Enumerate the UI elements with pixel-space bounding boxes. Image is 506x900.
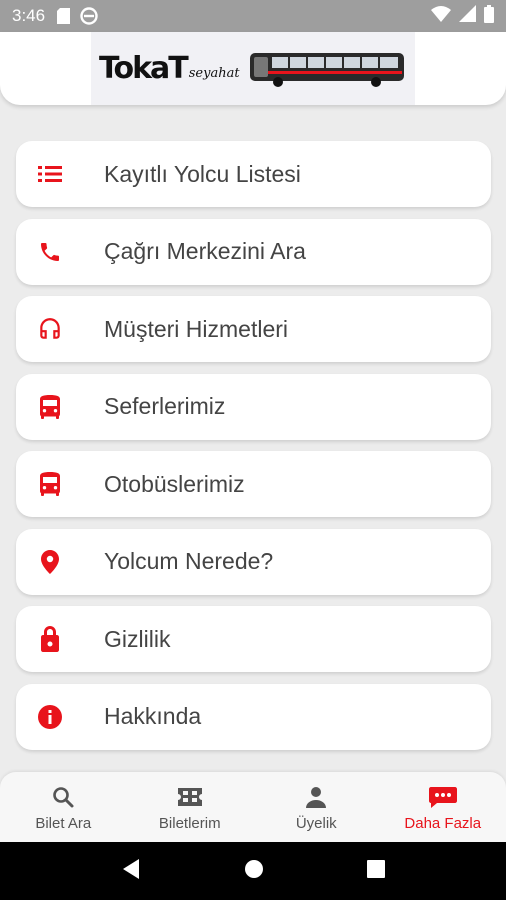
menu-item-our-buses[interactable]: Otobüslerimiz	[16, 451, 491, 517]
menu-item-label: Gizlilik	[104, 625, 171, 652]
menu-item-registered-passengers[interactable]: Kayıtlı Yolcu Listesi	[16, 141, 491, 207]
phone-icon	[16, 240, 84, 264]
nav-tab-my-tickets[interactable]: Biletlerim	[127, 772, 254, 842]
lock-icon	[16, 625, 84, 653]
logo-sub-text: seyahat	[188, 66, 240, 81]
recents-icon[interactable]	[366, 859, 385, 883]
menu-item-label: Seferlerimiz	[104, 393, 226, 419]
battery-icon	[484, 4, 494, 28]
menu-item-label: Müşteri Hizmetleri	[104, 315, 289, 342]
ticket-icon	[177, 783, 203, 811]
app-header: TokaT seyahat	[0, 32, 506, 105]
location-pin-icon	[16, 549, 84, 575]
do-not-disturb-icon	[80, 7, 98, 25]
bus-icon	[16, 471, 84, 497]
status-time: 3:46	[12, 6, 46, 25]
sd-card-icon	[57, 8, 71, 24]
info-icon	[16, 704, 84, 730]
nav-tab-label: Biletlerim	[158, 814, 221, 832]
nav-tab-label: Üyelik	[295, 814, 337, 832]
nav-tab-label: Bilet Ara	[35, 814, 92, 832]
menu-item-label: Çağrı Merkezini Ara	[104, 238, 306, 264]
menu-item-our-trips[interactable]: Seferlerimiz	[16, 373, 491, 440]
logo-brand-text: TokaT	[99, 51, 189, 86]
nav-tab-search-ticket[interactable]: Bilet Ara	[0, 772, 127, 842]
person-icon	[305, 783, 327, 811]
nav-tab-more[interactable]: Daha Fazla	[380, 772, 506, 842]
back-icon[interactable]	[121, 858, 141, 885]
menu-item-customer-service[interactable]: Müşteri Hizmetleri	[16, 296, 491, 362]
home-icon[interactable]	[244, 859, 264, 884]
menu-item-label: Yolcum Nerede?	[104, 548, 274, 574]
menu-item-privacy[interactable]: Gizlilik	[16, 606, 491, 672]
headset-icon	[16, 316, 84, 342]
nav-tab-membership[interactable]: Üyelik	[253, 772, 380, 842]
tokat-seyahat-logo: TokaT seyahat	[91, 32, 415, 105]
bottom-navigation: Bilet Ara Biletlerim Üyelik Daha Fazla	[0, 772, 506, 842]
menu-item-about[interactable]: Hakkında	[16, 683, 491, 750]
menu-item-label: Hakkında	[104, 703, 202, 729]
status-bar: 3:46	[0, 0, 506, 32]
wifi-icon	[431, 5, 451, 27]
signal-icon	[459, 5, 476, 27]
nav-tab-label: Daha Fazla	[404, 814, 482, 832]
menu-item-where-is-passenger[interactable]: Yolcum Nerede?	[16, 528, 491, 595]
menu-item-label: Kayıtlı Yolcu Listesi	[104, 160, 301, 187]
menu-item-call-center[interactable]: Çağrı Merkezini Ara	[16, 218, 491, 285]
more-chat-icon	[428, 783, 458, 811]
list-icon	[16, 165, 84, 183]
bus-illustration	[249, 52, 404, 87]
menu-item-label: Otobüslerimiz	[104, 470, 245, 497]
search-icon	[51, 783, 75, 811]
system-navigation-bar	[0, 842, 506, 900]
bus-icon	[16, 394, 84, 420]
more-menu-list: Kayıtlı Yolcu Listesi Çağrı Merkezini Ar…	[16, 141, 491, 761]
